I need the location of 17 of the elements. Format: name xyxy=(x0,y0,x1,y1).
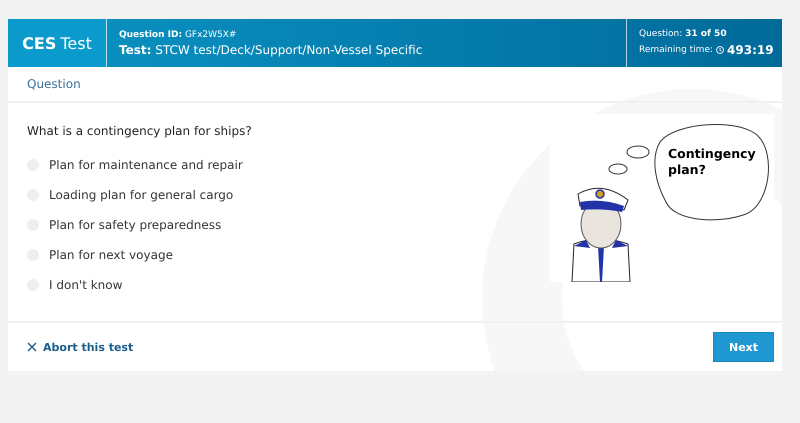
close-icon xyxy=(27,342,37,352)
answer-option[interactable]: Loading plan for general cargo xyxy=(49,188,234,202)
clock-icon xyxy=(716,46,724,54)
question-id: Question ID: GFx2W5X# xyxy=(119,30,238,40)
bubble-text: Contingency plan? xyxy=(668,146,757,178)
answer-option[interactable]: Plan for maintenance and repair xyxy=(49,158,243,172)
answer-option[interactable]: Plan for safety preparedness xyxy=(49,218,222,232)
app-logo: CES Test xyxy=(8,19,107,67)
remaining-time: 493:19 xyxy=(727,43,774,57)
test-path: Test: STCW test/Deck/Support/Non-Vessel Specific xyxy=(119,42,424,56)
question-counter: Question: 31 of 50 xyxy=(639,29,728,39)
remaining-time-label: Remaining time: xyxy=(639,45,714,55)
answer-option[interactable]: Plan for next voyage xyxy=(49,248,173,262)
answer-option[interactable]: I don't know xyxy=(49,278,122,292)
section-heading: Question xyxy=(27,77,81,91)
question-text: What is a contingency plan for ships? xyxy=(27,124,252,138)
abort-test-link[interactable]: Abort this test xyxy=(27,340,134,354)
